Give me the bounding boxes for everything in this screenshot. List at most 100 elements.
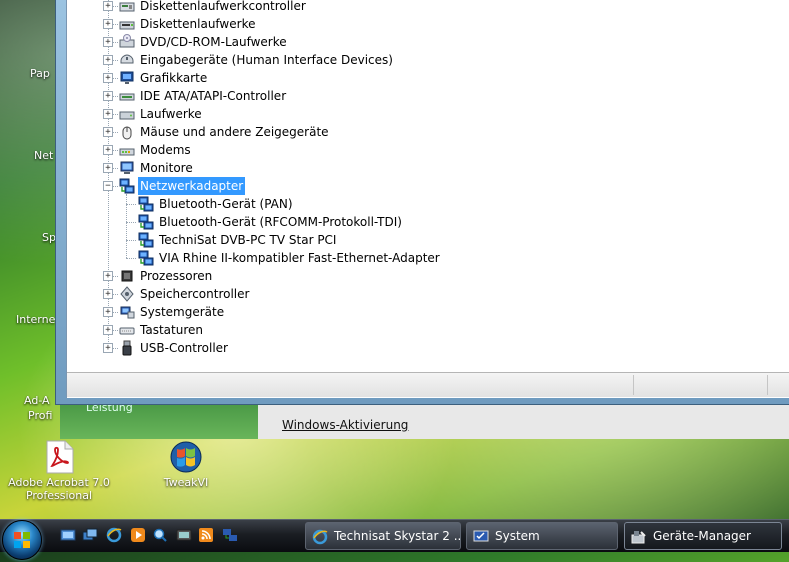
- switch-windows-icon[interactable]: [82, 527, 98, 543]
- status-separator: [767, 375, 768, 395]
- tree-category-row[interactable]: + Prozessoren: [67, 267, 767, 285]
- tree-category-row[interactable]: + Monitore: [67, 159, 767, 177]
- desktop-icon-acrobat[interactable]: Adobe Acrobat 7.0 Professional: [4, 440, 114, 502]
- taskbar-button[interactable]: Technisat Skystar 2 ...: [305, 522, 461, 550]
- device-manager-window: + Diskettenlaufwerkcontroller + Diskettenla…: [55, 0, 789, 405]
- tree-category-row[interactable]: + IDE ATA/ATAPI-Controller: [67, 87, 767, 105]
- tree-category-label: Modems: [140, 143, 191, 157]
- expand-toggle[interactable]: +: [103, 325, 113, 335]
- tree-category-row[interactable]: + Systemgeräte: [67, 303, 767, 321]
- storage-controller-icon: [119, 286, 135, 302]
- expand-toggle[interactable]: +: [103, 73, 113, 83]
- tree-category-row[interactable]: + Tastaturen: [67, 321, 767, 339]
- desktop-label-clipped: Net: [34, 149, 54, 162]
- tree-connector: [113, 276, 118, 277]
- tree-device-label: TechniSat DVB-PC TV Star PCI: [159, 233, 337, 247]
- desktop-label-clipped: Pap: [30, 67, 50, 80]
- tree-connector: [113, 294, 118, 295]
- expand-toggle[interactable]: +: [103, 343, 113, 353]
- windows-logo-icon: [14, 532, 30, 548]
- media-player-icon[interactable]: [130, 527, 146, 543]
- desktop-icon-tweakvi[interactable]: TweakVI: [150, 440, 222, 489]
- tree-category-label: Mäuse und andere Zeigegeräte: [140, 125, 329, 139]
- tree-category-row[interactable]: + DVD/CD-ROM-Laufwerke: [67, 33, 767, 51]
- tree-category-label: Laufwerke: [140, 107, 202, 121]
- tree-category-label: IDE ATA/ATAPI-Controller: [140, 89, 287, 103]
- tree-category-row[interactable]: + Mäuse und andere Zeigegeräte: [67, 123, 767, 141]
- expand-toggle[interactable]: +: [103, 271, 113, 281]
- windows-activation-link[interactable]: Windows-Aktivierung: [282, 418, 408, 432]
- hid-icon: [119, 52, 135, 68]
- dvd-drive-icon: [119, 34, 135, 50]
- tree-category-row[interactable]: + Grafikkarte: [67, 69, 767, 87]
- tree-category-row[interactable]: + USB-Controller: [67, 339, 767, 357]
- tree-device-label: VIA Rhine II-kompatibler Fast-Ethernet-A…: [159, 251, 440, 265]
- tree-connector: [113, 132, 118, 133]
- tree-category-row[interactable]: + Diskettenlaufwerke: [67, 15, 767, 33]
- tree-device-label: Bluetooth-Gerät (RFCOMM-Protokoll-TDI): [159, 215, 402, 229]
- tree-category-row[interactable]: + Diskettenlaufwerkcontroller: [67, 0, 767, 15]
- tree-category-row[interactable]: + Eingabegeräte (Human Interface Devices): [67, 51, 767, 69]
- disk-drive-icon: [119, 106, 135, 122]
- desktop-icon-label: TweakVI: [163, 476, 209, 489]
- tree-device-row[interactable]: Bluetooth-Gerät (PAN): [67, 195, 767, 213]
- taskbar-button[interactable]: System: [466, 522, 618, 550]
- desktop-label-clipped: Profi: [28, 409, 53, 422]
- tree-category-label: Netzwerkadapter: [138, 177, 246, 195]
- tree-connector: [113, 60, 118, 61]
- status-separator: [633, 375, 634, 395]
- ide-controller-icon: [119, 88, 135, 104]
- tree-category-label: Monitore: [140, 161, 193, 175]
- tree-connector: [113, 24, 118, 25]
- expand-toggle[interactable]: +: [103, 163, 113, 173]
- tree-category-row[interactable]: − Netzwerkadapter: [67, 177, 767, 195]
- tv-icon[interactable]: [176, 527, 192, 543]
- expand-toggle[interactable]: +: [103, 55, 113, 65]
- expand-toggle[interactable]: +: [103, 127, 113, 137]
- acrobat-icon: [46, 440, 74, 474]
- tree-connector: [126, 194, 127, 258]
- tree-category-label: Prozessoren: [140, 269, 213, 283]
- tree-connector: [113, 186, 118, 187]
- start-button[interactable]: [2, 520, 42, 560]
- expand-toggle[interactable]: +: [103, 1, 113, 11]
- network-adapter-icon: [138, 250, 154, 266]
- expand-toggle[interactable]: +: [103, 307, 113, 317]
- tree-category-row[interactable]: + Modems: [67, 141, 767, 159]
- desktop-label-clipped: Interne: [16, 313, 56, 326]
- collapse-toggle[interactable]: −: [103, 181, 113, 191]
- taskbar-button[interactable]: Geräte-Manager: [624, 522, 782, 550]
- floppy-drive-icon: [119, 16, 135, 32]
- show-desktop-icon[interactable]: [60, 527, 76, 543]
- tweakvi-icon: [170, 441, 202, 473]
- tree-device-row[interactable]: Bluetooth-Gerät (RFCOMM-Protokoll-TDI): [67, 213, 767, 231]
- taskbar-button-label: Technisat Skystar 2 ...: [334, 529, 461, 543]
- expand-toggle[interactable]: +: [103, 37, 113, 47]
- expand-toggle[interactable]: +: [103, 109, 113, 119]
- status-bar: [67, 372, 789, 397]
- expand-toggle[interactable]: +: [103, 145, 113, 155]
- tree-connector: [113, 96, 118, 97]
- tree-connector: [113, 42, 118, 43]
- tree-category-label: Grafikkarte: [140, 71, 208, 85]
- tree-connector: [113, 150, 118, 151]
- tree-category-row[interactable]: + Speichercontroller: [67, 285, 767, 303]
- tree-connector: [126, 240, 136, 241]
- network-icon[interactable]: [222, 527, 238, 543]
- keyboard-icon: [119, 322, 135, 338]
- search-icon[interactable]: [152, 527, 168, 543]
- system-icon: [473, 528, 489, 544]
- tree-connector: [126, 222, 136, 223]
- expand-toggle[interactable]: +: [103, 289, 113, 299]
- internet-explorer-icon[interactable]: [106, 527, 122, 543]
- expand-toggle[interactable]: +: [103, 91, 113, 101]
- tree-connector: [126, 258, 136, 259]
- usb-icon: [119, 340, 135, 356]
- expand-toggle[interactable]: +: [103, 19, 113, 29]
- tree-category-row[interactable]: + Laufwerke: [67, 105, 767, 123]
- tree-device-row[interactable]: TechniSat DVB-PC TV Star PCI: [67, 231, 767, 249]
- network-adapter-icon: [138, 232, 154, 248]
- desktop-label-clipped: Ad-A: [24, 394, 50, 407]
- tree-device-row[interactable]: VIA Rhine II-kompatibler Fast-Ethernet-A…: [67, 249, 767, 267]
- rss-icon[interactable]: [198, 527, 214, 543]
